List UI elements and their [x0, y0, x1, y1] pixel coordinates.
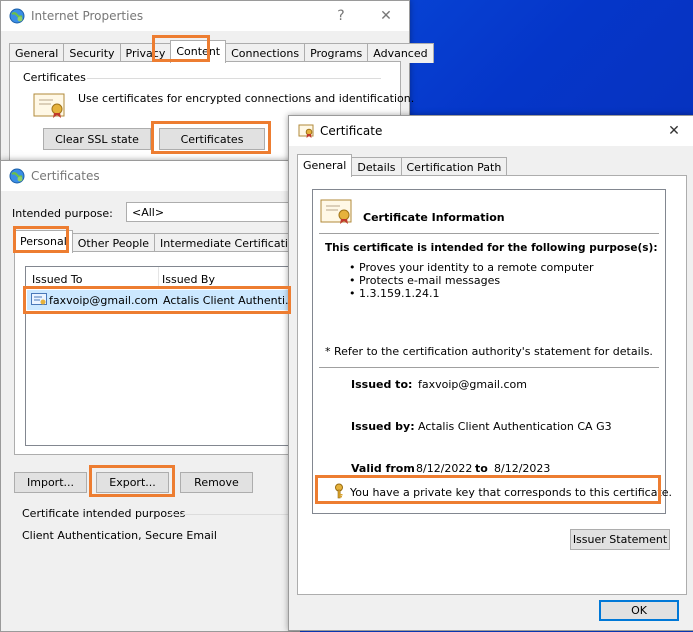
- group-divider: [169, 514, 297, 515]
- window-title: Certificate: [320, 124, 383, 138]
- dialog-title: Certificates: [31, 169, 100, 183]
- purpose-text: Protects e-mail messages: [359, 274, 501, 287]
- certificate-info-panel: Certificate Information This certificate…: [312, 189, 672, 514]
- valid-to-label: to: [475, 462, 488, 475]
- certificate-icon: [298, 123, 314, 139]
- certificates-button[interactable]: Certificates: [159, 128, 265, 150]
- tab-details[interactable]: Details: [351, 157, 402, 177]
- purpose-text: Proves your identity to a remote compute…: [359, 261, 594, 274]
- certificate-icon: [33, 93, 65, 122]
- issued-by-value: Actalis Client Authentication CA G3: [418, 420, 612, 433]
- intended-purpose-label: Intended purpose:: [12, 207, 113, 220]
- purpose-item: • Proves your identity to a remote compu…: [349, 261, 594, 274]
- tab-programs[interactable]: Programs: [304, 43, 369, 63]
- close-button[interactable]: ✕: [655, 116, 693, 146]
- tab-connections[interactable]: Connections: [225, 43, 306, 63]
- certificate-icon: [320, 199, 352, 228]
- private-key-note: You have a private key that corresponds …: [350, 486, 673, 499]
- certificate-row-icon: [31, 293, 47, 310]
- remove-button[interactable]: Remove: [180, 472, 253, 493]
- certificates-dialog: Certificates Intended purpose: <All> Per…: [0, 160, 326, 632]
- row-issued-by: Actalis Client Authenti...: [163, 294, 296, 307]
- internet-properties-titlebar: Internet Properties ? ✕: [1, 1, 409, 31]
- internet-properties-tabs: General Security Privacy Content Connect…: [9, 40, 434, 63]
- certificate-titlebar: Certificate ✕: [289, 116, 693, 146]
- certificate-info-title: Certificate Information: [363, 211, 505, 224]
- issued-by-label: Issued by:: [351, 420, 415, 433]
- info-divider: [319, 233, 659, 234]
- issuer-statement-button[interactable]: Issuer Statement: [570, 529, 670, 550]
- column-issued-by[interactable]: Issued By: [162, 273, 215, 286]
- column-divider: [158, 267, 159, 287]
- key-icon: [333, 483, 345, 502]
- help-button[interactable]: ?: [319, 1, 363, 31]
- refer-note: * Refer to the certification authority's…: [325, 345, 653, 358]
- globe-icon: [9, 8, 25, 24]
- list-header: Issued To Issued By: [26, 267, 296, 288]
- intended-purpose-select[interactable]: <All>: [126, 202, 298, 222]
- tab-security[interactable]: Security: [63, 43, 121, 63]
- issued-to-value: faxvoip@gmail.com: [418, 378, 527, 391]
- tab-general[interactable]: General: [9, 43, 65, 63]
- group-divider: [87, 78, 381, 79]
- tab-content[interactable]: Content: [170, 40, 227, 63]
- globe-icon: [9, 168, 25, 184]
- import-button[interactable]: Import...: [14, 472, 87, 493]
- purpose-text: 1.3.159.1.24.1: [359, 287, 440, 300]
- issued-to-label: Issued to:: [351, 378, 413, 391]
- table-row[interactable]: faxvoip@gmail.com Actalis Client Authent…: [27, 290, 296, 310]
- certificates-description: Use certificates for encrypted connectio…: [78, 92, 415, 105]
- window-title: Internet Properties: [31, 9, 144, 23]
- clear-ssl-state-button[interactable]: Clear SSL state: [43, 128, 151, 150]
- valid-to-value: 8/12/2023: [494, 462, 551, 475]
- certificates-tabs: Personal Other People Intermediate Certi…: [14, 230, 326, 253]
- certificate-list[interactable]: Issued To Issued By faxvoip@gmail.com Ac…: [25, 266, 297, 446]
- tab-other-people[interactable]: Other People: [71, 233, 156, 253]
- close-button[interactable]: ✕: [364, 1, 408, 31]
- export-button[interactable]: Export...: [96, 472, 169, 493]
- ok-button[interactable]: OK: [599, 600, 679, 621]
- certificates-dialog-titlebar: Certificates: [1, 161, 299, 191]
- tab-privacy[interactable]: Privacy: [119, 43, 172, 63]
- row-issued-to: faxvoip@gmail.com: [49, 294, 158, 307]
- tab-general[interactable]: General: [297, 154, 353, 177]
- intended-purposes-title: Certificate intended purposes: [22, 507, 186, 520]
- certificates-group-title: Certificates: [23, 71, 86, 84]
- tab-advanced[interactable]: Advanced: [367, 43, 434, 63]
- column-issued-to[interactable]: Issued To: [32, 273, 83, 286]
- certificate-window: Certificate ✕ General Details Certificat…: [288, 115, 693, 631]
- intended-purposes-heading: This certificate is intended for the fol…: [325, 242, 658, 254]
- purpose-item: • Protects e-mail messages: [349, 274, 501, 287]
- valid-from-value: 8/12/2022: [416, 462, 473, 475]
- info-divider: [319, 367, 659, 368]
- purpose-item: • 1.3.159.1.24.1: [349, 287, 440, 300]
- tab-personal[interactable]: Personal: [14, 230, 73, 253]
- intended-purposes-value: Client Authentication, Secure Email: [22, 529, 217, 542]
- valid-from-label: Valid from: [351, 462, 415, 475]
- tab-certification-path[interactable]: Certification Path: [400, 157, 508, 177]
- certificate-tabs: General Details Certification Path: [297, 154, 508, 177]
- intended-purpose-value: <All>: [132, 206, 165, 219]
